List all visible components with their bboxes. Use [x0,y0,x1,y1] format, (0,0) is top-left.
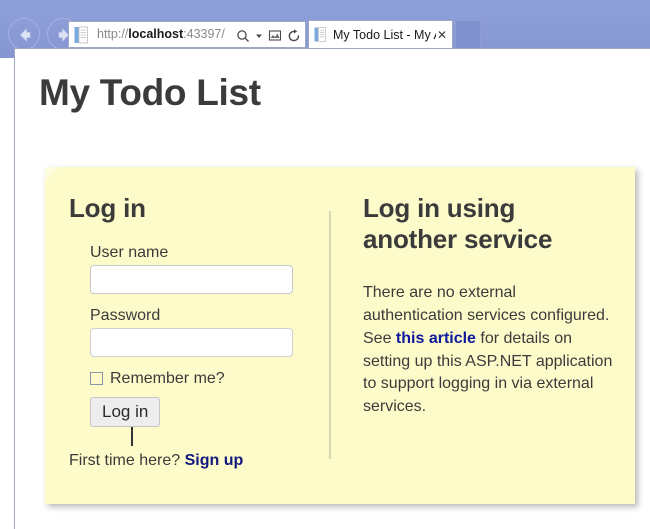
panel-corner-fold [45,167,58,180]
external-login-column: Log in using another service There are n… [363,193,613,435]
signup-link[interactable]: Sign up [185,452,244,469]
page-title: My Todo List [39,72,261,113]
tab-strip: My Todo List - My A... ✕ [308,20,453,48]
signup-row: First time here? Sign up [69,452,243,470]
username-input[interactable] [90,264,293,294]
browser-tab[interactable]: My Todo List - My A... ✕ [308,20,453,48]
tab-title: My Todo List - My A... [333,27,436,42]
remember-me-label: Remember me? [110,369,225,387]
back-arrow-icon [20,28,31,42]
login-panel: Log in User name Password Remember me? L… [45,167,635,504]
external-login-text: There are no external authentication ser… [363,282,615,418]
this-article-link[interactable]: this article [396,330,476,347]
chevron-down-icon[interactable] [255,32,263,40]
page-viewport: My Todo List Log in User name Password R… [14,48,650,529]
back-button[interactable] [8,18,40,50]
compatibility-view-icon[interactable] [268,29,282,43]
page-icon [314,26,326,42]
address-bar[interactable]: http://localhost:43397/ [68,21,306,48]
refresh-icon[interactable] [287,28,301,43]
search-icon[interactable] [236,29,250,43]
column-divider [329,211,331,459]
password-label: Password [90,306,161,324]
close-icon[interactable]: ✕ [436,29,448,41]
username-label: User name [90,243,169,261]
address-protocol: http:// [97,27,129,41]
signup-prompt: First time here? [69,452,181,469]
login-button[interactable]: Log in [90,396,161,428]
login-heading: Log in [69,193,146,223]
address-host: localhost [128,27,184,41]
password-input[interactable] [90,327,293,357]
login-column: Log in User name Password Remember me? L… [69,193,319,428]
login-form: User name Password Remember me? Log in [90,244,319,428]
external-login-heading: Log in using another service [363,193,553,254]
remember-me-checkbox[interactable] [90,372,103,386]
address-rest: :43397/ [183,27,225,41]
page-icon [74,26,88,44]
address-text: http://localhost:43397/ [97,27,225,41]
new-tab-button[interactable] [455,20,481,48]
remember-me-row[interactable]: Remember me? [90,370,319,388]
text-cursor [131,427,133,446]
